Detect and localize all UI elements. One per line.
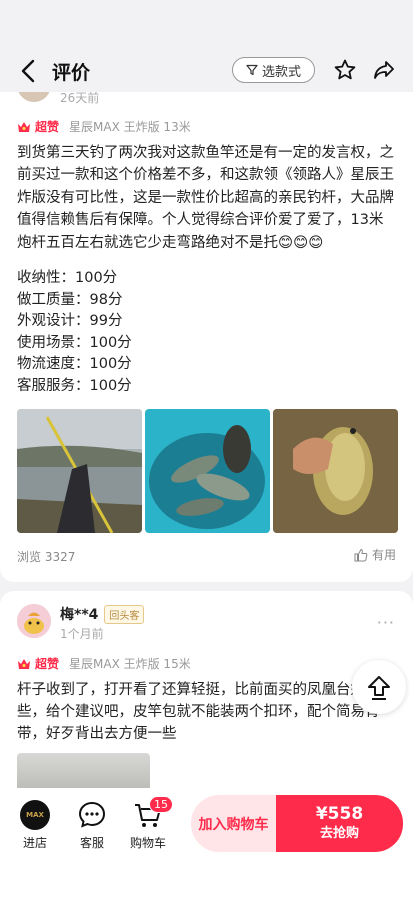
repeat-customer-badge: 回头客 (104, 604, 145, 624)
favorite-star-icon[interactable] (333, 58, 357, 82)
back-arrow-icon[interactable] (16, 58, 42, 84)
add-to-cart-button[interactable]: 加入购物车 (191, 795, 276, 852)
reviewer-avatar[interactable] (17, 604, 51, 638)
useful-button[interactable]: 有用 (354, 546, 396, 563)
reviewer-name-row: 梅**4 回头客 (60, 604, 145, 624)
review-time: 1个月前 (60, 627, 104, 641)
view-count: 浏览 3327 (17, 550, 76, 564)
crown-icon (18, 658, 30, 669)
useful-label: 有用 (371, 548, 396, 562)
product-spec: 星辰MAX 王炸版 15米 (69, 657, 191, 671)
score-item: 物流速度：100分 (17, 356, 132, 373)
score-item: 做工质量：98分 (17, 291, 123, 308)
review-photo-fish-net[interactable] (145, 409, 270, 533)
thumbs-up-icon (354, 548, 368, 561)
cart-button[interactable]: 15 购物车 (123, 796, 173, 851)
bottom-action-bar: MAX 进店 客服 15 购物车 加入购物车 ¥558 去抢购 (0, 788, 413, 924)
filter-style-label: 选款式 (261, 64, 301, 80)
product-spec: 星辰MAX 王炸版 13米 (69, 120, 191, 134)
review-text: 杆子收到了，打开看了还算轻挺，比前面买的凤凰台好一些，给个建议吧，皮竿包就不能装… (17, 682, 380, 742)
review-photo[interactable] (17, 753, 150, 793)
store-logo: MAX (20, 800, 50, 830)
review-photo-fish-in-hand[interactable] (273, 409, 398, 533)
chat-bubble-icon (78, 801, 106, 828)
customer-service-button[interactable]: 客服 (67, 800, 117, 851)
score-list: 收纳性：100分 做工质量：98分 外观设计：99分 使用场景：100分 物流速… (17, 268, 132, 398)
review-tag-row: 超赞 星辰MAX 王炸版 15米 (17, 655, 191, 672)
cart-count-badge: 15 (149, 796, 173, 813)
status-bar (0, 0, 413, 50)
buy-now-label: 去抢购 (319, 826, 359, 841)
scroll-to-top-button[interactable] (352, 660, 406, 714)
buy-now-button[interactable]: ¥558 去抢购 (276, 795, 403, 852)
arrow-up-icon (368, 676, 390, 700)
cart-label: 购物车 (129, 836, 166, 850)
score-item: 客服服务：100分 (17, 377, 132, 394)
page-title: 评价 (52, 62, 91, 84)
store-button[interactable]: MAX 进店 (10, 800, 60, 851)
crown-icon (18, 121, 30, 132)
score-item: 收纳性：100分 (17, 270, 118, 286)
score-item: 外观设计：99分 (17, 313, 123, 330)
more-options-button[interactable]: ··· (377, 613, 395, 632)
review-photo-fishing-rod[interactable] (17, 409, 142, 533)
store-label: 进店 (22, 836, 47, 850)
share-icon[interactable] (372, 58, 396, 82)
review-text: 到货第三天钓了两次我对这款鱼竿还是有一定的发言权，之前买过一款和这个价格差不多，… (17, 145, 394, 251)
header: 评价 选款式 (0, 50, 413, 92)
rating-badge: 超赞 (35, 120, 60, 134)
review-photos (17, 409, 398, 533)
customer-service-label: 客服 (79, 836, 104, 850)
score-item: 使用场景：100分 (17, 334, 132, 351)
rating-badge: 超赞 (35, 657, 60, 671)
filter-icon (246, 64, 258, 76)
reviewer-name: 梅**4 (60, 607, 99, 623)
review-tag-row: 超赞 星辰MAX 王炸版 13米 (17, 118, 191, 135)
price-label: ¥558 (315, 804, 364, 824)
review-card: 26天前 超赞 星辰MAX 王炸版 13米 到货第三天钓了两次我对这款鱼竿还是有… (0, 70, 413, 582)
filter-style-button[interactable]: 选款式 (232, 57, 315, 83)
